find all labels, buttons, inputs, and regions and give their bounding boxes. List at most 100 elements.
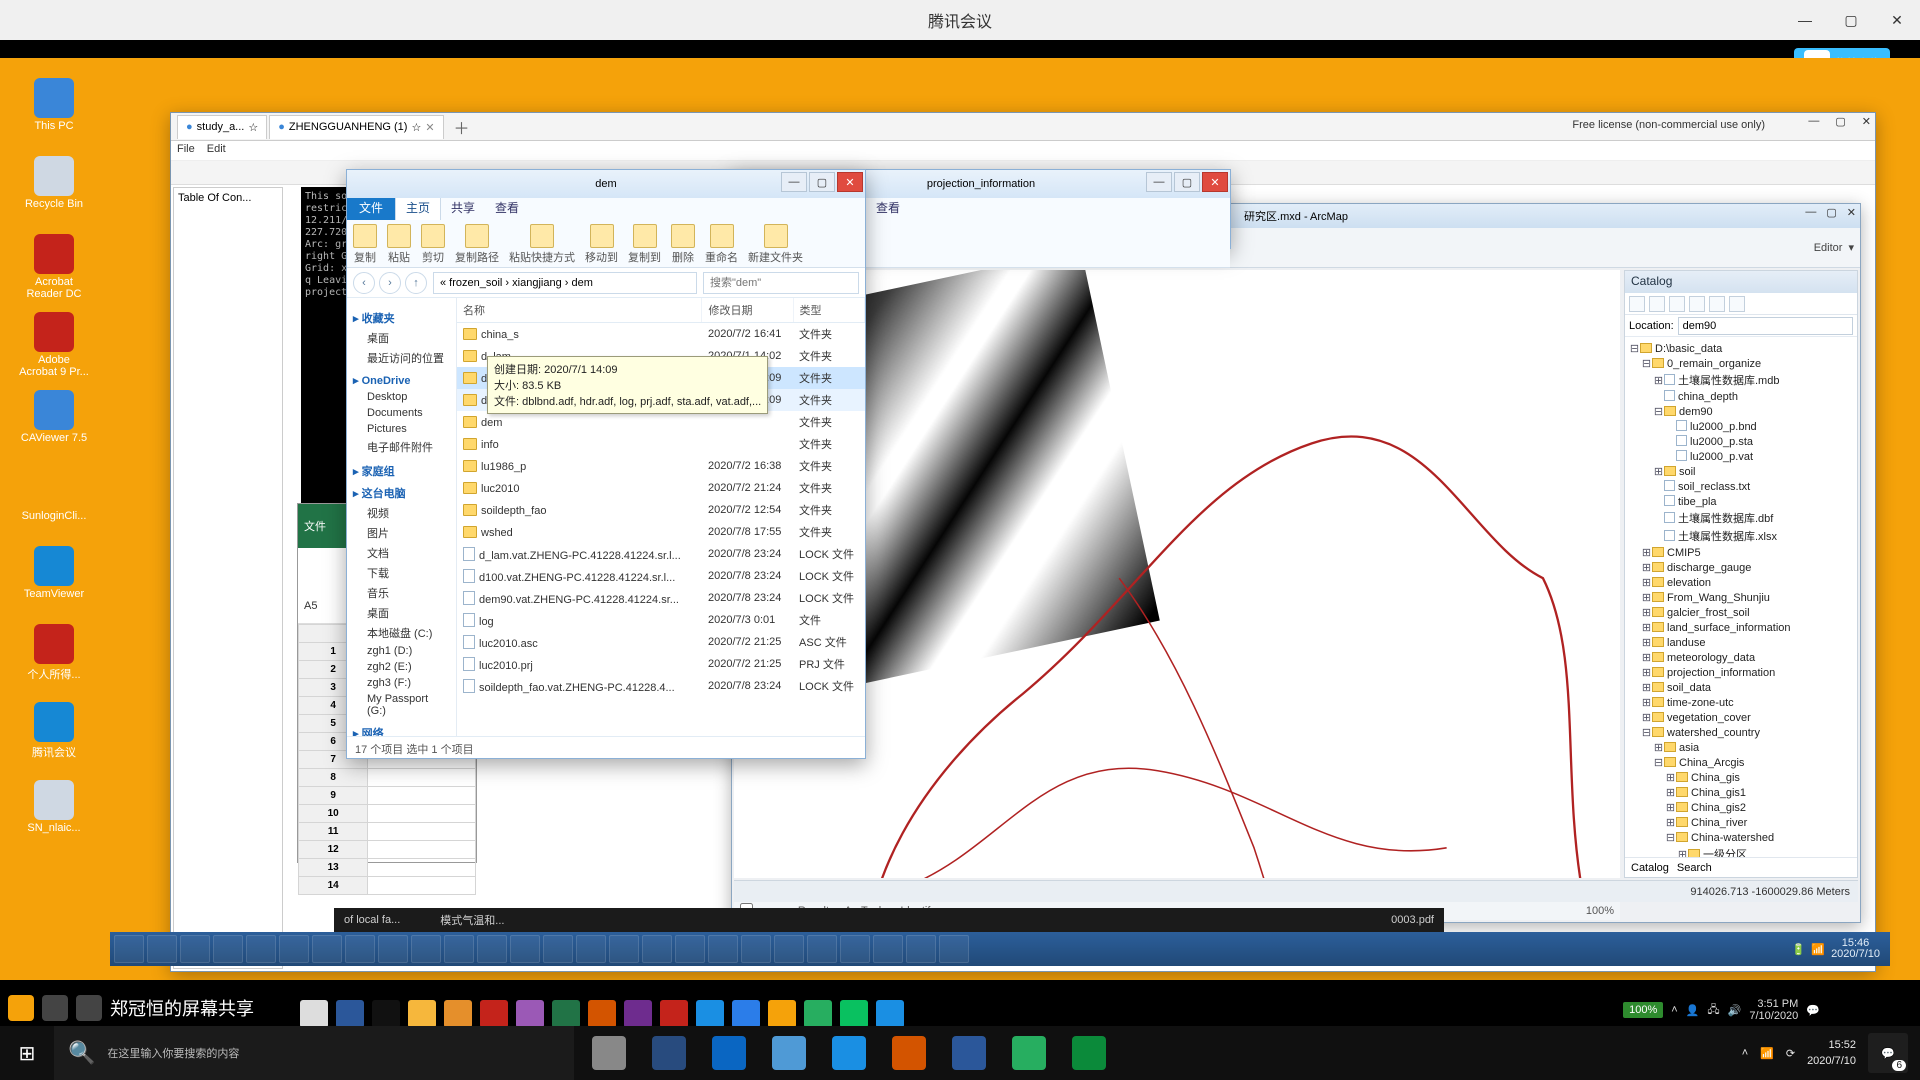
taskbar-pin[interactable] [760, 1026, 818, 1080]
taskbar-app[interactable] [873, 935, 903, 963]
close-button[interactable]: ✕ [1862, 115, 1871, 128]
tool-icon[interactable] [1709, 296, 1725, 312]
nav-item[interactable]: 图片 [353, 523, 450, 543]
tree-node[interactable]: soil_reclass.txt [1629, 479, 1853, 494]
tree-node[interactable]: tibe_pla [1629, 494, 1853, 509]
tree-node[interactable]: ⊞elevation [1629, 575, 1853, 590]
nav-section[interactable]: ▸ 收藏夹 [353, 310, 450, 326]
ribbon-cmd[interactable]: 新建文件夹 [748, 224, 803, 265]
ribbon-body[interactable]: 复制粘贴剪切复制路径粘贴快捷方式移动到复制到删除重命名新建文件夹 [347, 220, 865, 268]
nav-section[interactable]: ▸ 网络 [353, 725, 450, 736]
nav-item[interactable]: Documents [353, 405, 450, 421]
minimize-button[interactable]: — [1808, 115, 1819, 128]
nav-item[interactable]: zgh1 (D:) [353, 643, 450, 659]
nav-item[interactable]: 最近访问的位置 [353, 348, 450, 368]
taskbar-pin[interactable] [880, 1026, 938, 1080]
tab-search[interactable]: Search [1677, 862, 1712, 874]
nav-item[interactable]: Desktop [353, 389, 450, 405]
desktop-shortcut[interactable]: CAViewer 7.5 [19, 390, 89, 462]
tree-node[interactable]: ⊞land_surface_information [1629, 620, 1853, 635]
npp-toc-panel[interactable]: Table Of Con... [173, 187, 283, 969]
remote-secondary-taskbar[interactable]: of local fa... 模式气温和... 0003.pdf [334, 908, 1444, 932]
taskbar-search[interactable]: 🔍 在这里输入你要搜索的内容 [54, 1026, 574, 1080]
file-row[interactable]: soildepth_fao.vat.ZHENG-PC.41228.4...202… [457, 675, 865, 697]
new-tab-button[interactable]: ＋ [446, 115, 478, 139]
camera-icon[interactable] [42, 995, 68, 1021]
app-icon[interactable] [624, 1000, 652, 1028]
chevron-up-icon[interactable]: ˄ [1742, 1047, 1748, 1059]
catalog-toolbar[interactable] [1625, 293, 1857, 315]
tool-icon[interactable] [1689, 296, 1705, 312]
close-tab-icon[interactable]: ✕ [425, 121, 434, 134]
maximize-button[interactable]: ▢ [1174, 172, 1200, 192]
app-icon[interactable] [840, 1000, 868, 1028]
tool-icon[interactable] [1629, 296, 1645, 312]
host-tray[interactable]: ˄ 📶 ⟳ 15:52 2020/7/10 💬 6 [1742, 1033, 1920, 1073]
tree-node[interactable]: ⊞China_gis [1629, 770, 1853, 785]
ribbon-tab-view[interactable]: 查看 [866, 195, 910, 220]
breadcrumb-input[interactable] [433, 272, 697, 294]
tool-icon[interactable] [1669, 296, 1685, 312]
nav-item[interactable]: 桌面 [353, 328, 450, 348]
ribbon-cmd[interactable]: 复制 [353, 224, 377, 265]
tab-study[interactable]: ● study_a... ☆ [177, 115, 267, 139]
tree-node[interactable]: ⊞soil_data [1629, 680, 1853, 695]
nav-item[interactable]: 电子邮件附件 [353, 437, 450, 457]
file-row[interactable]: luc2010.prj2020/7/2 21:25PRJ 文件 [457, 653, 865, 675]
desktop-shortcut[interactable]: SunloginCli... [19, 468, 89, 540]
app-icon[interactable] [768, 1000, 796, 1028]
tree-node[interactable]: ⊞meteorology_data [1629, 650, 1853, 665]
desktop-shortcut[interactable]: Adobe Acrobat 9 Pr... [19, 312, 89, 384]
back-button[interactable]: ‹ [353, 272, 375, 294]
tree-node[interactable]: ⊟China-watershed [1629, 830, 1853, 845]
mic-icon[interactable] [76, 995, 102, 1021]
app-icon[interactable] [732, 1000, 760, 1028]
nav-item[interactable]: Pictures [353, 421, 450, 437]
app-icon[interactable] [696, 1000, 724, 1028]
tree-node[interactable]: ⊟D:\basic_data [1629, 341, 1853, 356]
catalog-tree[interactable]: ⊟D:\basic_data⊟0_remain_organize⊞土壤属性数据库… [1625, 337, 1857, 857]
taskbar-app[interactable] [213, 935, 243, 963]
app-icon[interactable] [588, 1000, 616, 1028]
ribbon-cmd[interactable]: 重命名 [705, 224, 738, 265]
app-icon[interactable] [408, 1000, 436, 1028]
desktop-shortcut[interactable]: TeamViewer [19, 546, 89, 618]
taskbar-pin[interactable] [580, 1026, 638, 1080]
taskbar-app[interactable] [543, 935, 573, 963]
maximize-button[interactable]: ▢ [1835, 115, 1845, 128]
file-row[interactable]: dem90.vat.ZHENG-PC.41228.41224.sr...2020… [457, 587, 865, 609]
taskbar-app[interactable] [444, 935, 474, 963]
nav-item[interactable]: 桌面 [353, 603, 450, 623]
taskbar-app[interactable] [147, 935, 177, 963]
maximize-button[interactable]: ▢ [809, 172, 835, 192]
tree-node[interactable]: ⊟China_Arcgis [1629, 755, 1853, 770]
tree-node[interactable]: lu2000_p.vat [1629, 449, 1853, 464]
taskbar-app[interactable] [774, 935, 804, 963]
tree-node[interactable]: 土壤属性数据库.xlsx [1629, 527, 1853, 545]
nav-item[interactable]: 下载 [353, 563, 450, 583]
catalog-bottom-tabs[interactable]: Catalog Search [1625, 857, 1857, 877]
up-button[interactable]: ↑ [405, 272, 427, 294]
minimize-button[interactable]: — [1782, 0, 1828, 40]
desktop-shortcut[interactable]: 腾讯会议 [19, 702, 89, 774]
ribbon-tab-file[interactable]: 文件 [347, 195, 395, 220]
app-icon[interactable] [804, 1000, 832, 1028]
nav-item[interactable]: 本地磁盘 (C:) [353, 623, 450, 643]
minimize-button[interactable]: — [781, 172, 807, 192]
close-button[interactable]: ✕ [837, 172, 863, 192]
taskbar-pins[interactable] [580, 1026, 1118, 1080]
tree-node[interactable]: ⊞landuse [1629, 635, 1853, 650]
app-icon[interactable] [372, 1000, 400, 1028]
file-row[interactable]: china_s2020/7/2 16:41文件夹 [457, 323, 865, 346]
desktop-shortcut[interactable]: Recycle Bin [19, 156, 89, 228]
ribbon-tab-view[interactable]: 查看 [485, 195, 529, 220]
taskbar-app[interactable] [246, 935, 276, 963]
taskbar-app[interactable] [114, 935, 144, 963]
tree-node[interactable]: ⊞discharge_gauge [1629, 560, 1853, 575]
arcmap-canvas[interactable] [734, 270, 1620, 878]
app-icon[interactable] [552, 1000, 580, 1028]
nav-item[interactable]: 音乐 [353, 583, 450, 603]
chevron-up-icon[interactable]: ˄ [1671, 1004, 1677, 1016]
maximize-button[interactable]: ▢ [1828, 0, 1874, 40]
tree-node[interactable]: 土壤属性数据库.dbf [1629, 509, 1853, 527]
